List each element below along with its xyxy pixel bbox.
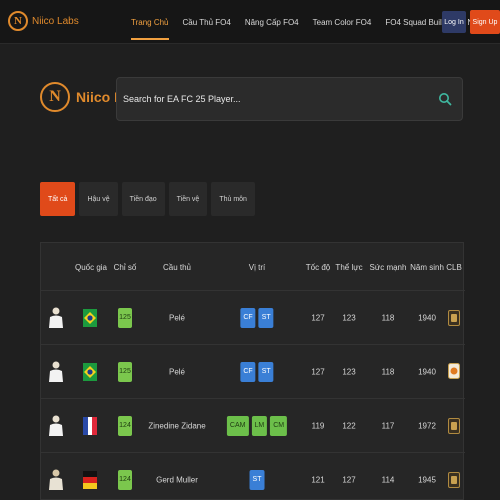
stat-strength: 114	[381, 475, 395, 484]
brazil-flag-icon	[83, 308, 97, 327]
player-positions: CAM LM CM	[226, 415, 288, 436]
nation-flag-france	[83, 416, 97, 435]
brand-mark-icon: N	[40, 82, 70, 112]
position-badge: ST	[258, 307, 274, 328]
player-name[interactable]: Gerd Muller	[156, 475, 198, 484]
brand-mark-icon: N	[8, 11, 28, 31]
header-club[interactable]: CLB	[446, 263, 462, 272]
login-button[interactable]: Log In	[442, 11, 466, 33]
position-badge: LM	[251, 415, 268, 436]
header-speed[interactable]: Tốc độ	[306, 263, 330, 272]
player-avatar	[48, 468, 64, 492]
player-name[interactable]: Pelé	[169, 313, 185, 322]
club-crest-icon	[448, 362, 460, 379]
player-positions: CF ST	[240, 361, 274, 382]
stat-strength: 117	[381, 421, 395, 430]
stat-stamina: 123	[342, 313, 356, 322]
player-name[interactable]: Zinedine Zidane	[148, 421, 205, 430]
rating-badge: 125	[118, 361, 132, 382]
nav-item-players[interactable]: Cầu Thủ FO4	[183, 0, 231, 44]
club-badge-icon	[448, 471, 460, 488]
position-badge: CAM	[226, 415, 249, 436]
table-row[interactable]: 125 Pelé CF ST 127 123 118 1940	[41, 345, 465, 399]
table-header: Quốc gia Chỉ số Cầu thủ Vị trí Tốc độ Th…	[41, 243, 465, 291]
stat-speed: 127	[311, 313, 325, 322]
position-filter-tabs: Tất cả Hậu vệ Tiền đạo Tiền vệ Thủ môn	[40, 182, 259, 216]
rating-badge: 125	[118, 307, 132, 328]
position-badge: ST	[258, 361, 274, 382]
birth-year: 1940	[418, 367, 436, 376]
position-badge: CF	[240, 361, 256, 382]
tab-defenders[interactable]: Hậu vệ	[79, 182, 118, 216]
player-photo-icon	[49, 469, 63, 490]
stat-stamina: 122	[342, 421, 356, 430]
tab-forwards[interactable]: Tiền đạo	[121, 182, 165, 216]
position-badge: CF	[240, 307, 256, 328]
header-position[interactable]: Vị trí	[249, 263, 265, 272]
club-badge-icon	[448, 362, 460, 381]
birth-year: 1972	[418, 421, 436, 430]
table-row[interactable]: 124 Gerd Muller ST 121 127 114 1945	[41, 453, 465, 500]
header-strength[interactable]: Sức mạnh	[370, 263, 407, 272]
stat-stamina: 127	[342, 475, 356, 484]
birth-year: 1945	[418, 475, 436, 484]
players-table: Quốc gia Chỉ số Cầu thủ Vị trí Tốc độ Th…	[40, 242, 465, 500]
stat-speed: 119	[311, 421, 325, 430]
stat-speed: 121	[311, 475, 325, 484]
signup-button[interactable]: Sign Up	[470, 10, 500, 34]
player-positions: CF ST	[240, 307, 274, 328]
search-input[interactable]	[123, 94, 423, 104]
top-navbar: N Niico Labs Trang Chủ Cầu Thủ FO4 Nâng …	[0, 0, 500, 44]
nav-item-home[interactable]: Trang Chủ	[131, 0, 169, 44]
germany-flag-icon	[83, 470, 97, 489]
header-nation[interactable]: Quốc gia	[75, 263, 107, 272]
stat-strength: 118	[381, 313, 395, 322]
player-photo-icon	[49, 415, 63, 436]
player-photo-icon	[49, 361, 63, 382]
stat-stamina: 123	[342, 367, 356, 376]
brand-name-small: Niico Labs	[32, 15, 79, 27]
stat-strength: 118	[381, 367, 395, 376]
birth-year: 1940	[418, 313, 436, 322]
search-icon[interactable]	[438, 92, 452, 106]
club-badge-icon	[448, 417, 460, 434]
nation-flag-germany	[83, 470, 97, 489]
nation-flag-brazil	[83, 308, 97, 327]
player-avatar	[48, 360, 64, 384]
header-birth-year[interactable]: Năm sinh	[410, 263, 444, 272]
stat-speed: 127	[311, 367, 325, 376]
rating-badge: 124	[118, 469, 132, 490]
player-avatar	[48, 306, 64, 330]
player-name[interactable]: Pelé	[169, 367, 185, 376]
table-row[interactable]: 124 Zinedine Zidane CAM LM CM 119 122 11…	[41, 399, 465, 453]
tab-goalkeepers[interactable]: Thủ môn	[211, 182, 255, 216]
tab-all[interactable]: Tất cả	[40, 182, 76, 216]
rating-badge: 124	[118, 415, 132, 436]
brand-logo-small[interactable]: N Niico Labs	[8, 11, 79, 31]
brazil-flag-icon	[83, 362, 97, 381]
position-badge: ST	[249, 469, 265, 490]
player-positions: ST	[249, 469, 265, 490]
nation-flag-brazil	[83, 362, 97, 381]
player-photo-icon	[49, 307, 63, 328]
nav-item-team-color[interactable]: Team Color FO4	[313, 0, 372, 44]
france-flag-icon	[83, 416, 97, 435]
header-rating[interactable]: Chỉ số	[114, 263, 137, 272]
table-row[interactable]: 125 Pelé CF ST 127 123 118 1940	[41, 291, 465, 345]
player-avatar	[48, 414, 64, 438]
club-badge-icon	[448, 309, 460, 326]
header-player[interactable]: Cầu thủ	[163, 263, 191, 272]
player-search-box	[116, 77, 463, 121]
position-badge: CM	[270, 415, 288, 436]
nav-item-upgrade[interactable]: Nâng Cấp FO4	[245, 0, 299, 44]
header-stamina[interactable]: Thể lực	[335, 263, 362, 272]
tab-midfielders[interactable]: Tiền vệ	[168, 182, 208, 216]
